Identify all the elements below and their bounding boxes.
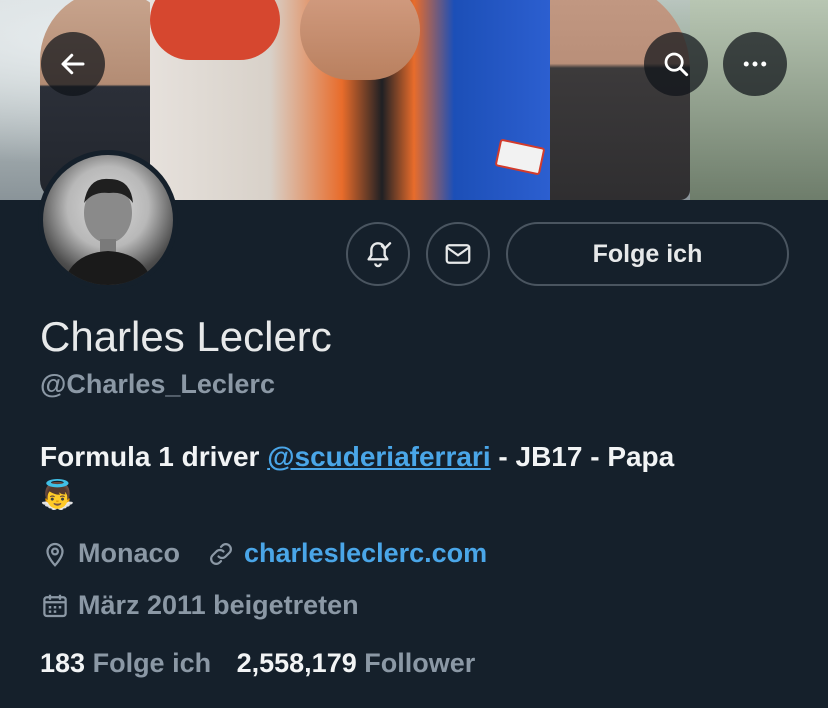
following-button[interactable]: Folge ich: [506, 222, 789, 286]
search-button[interactable]: [644, 32, 708, 96]
search-icon: [664, 52, 689, 77]
location-text: Monaco: [78, 538, 181, 568]
more-button[interactable]: [723, 32, 787, 96]
notify-button[interactable]: [346, 222, 410, 286]
following-label: Folge ich: [92, 648, 212, 678]
join-date-text: März 2011 beigetreten: [78, 590, 359, 620]
followers-label: Follower: [364, 648, 476, 678]
bio-text: Formula 1 driver: [40, 441, 268, 472]
message-button[interactable]: [426, 222, 490, 286]
follow-stats: 183 Folge ich 2,558,179 Follower: [40, 648, 475, 679]
bell-check-icon: [367, 242, 392, 268]
bio-mention-link[interactable]: @scuderiaferrari: [267, 441, 490, 472]
avatar[interactable]: [38, 150, 178, 290]
bio: Formula 1 driver @scuderiaferrari - JB17…: [40, 438, 800, 514]
following-count: 183: [40, 648, 86, 678]
arrow-left-icon: [61, 53, 85, 75]
angel-emoji: 👼: [40, 479, 75, 510]
location-pin-icon: [40, 539, 70, 569]
calendar-icon: [40, 591, 70, 621]
back-button[interactable]: [41, 32, 105, 96]
following-button-label: Folge ich: [592, 239, 703, 268]
following-stat[interactable]: 183 Folge ich: [40, 648, 211, 678]
profile-meta-row: Monaco charlesleclerc.com: [40, 538, 487, 569]
more-icon: [743, 61, 767, 67]
avatar-portrait: [63, 178, 153, 285]
join-date-row: März 2011 beigetreten: [40, 590, 359, 621]
link-icon: [206, 539, 236, 569]
followers-stat[interactable]: 2,558,179 Follower: [237, 648, 476, 678]
envelope-icon: [445, 244, 471, 264]
bio-text-suffix: - JB17 - Papa: [490, 441, 675, 472]
website-link[interactable]: charlesleclerc.com: [244, 538, 487, 569]
username: @Charles_Leclerc: [40, 369, 275, 399]
followers-count: 2,558,179: [236, 648, 357, 678]
display-name: Charles Leclerc: [40, 313, 332, 360]
